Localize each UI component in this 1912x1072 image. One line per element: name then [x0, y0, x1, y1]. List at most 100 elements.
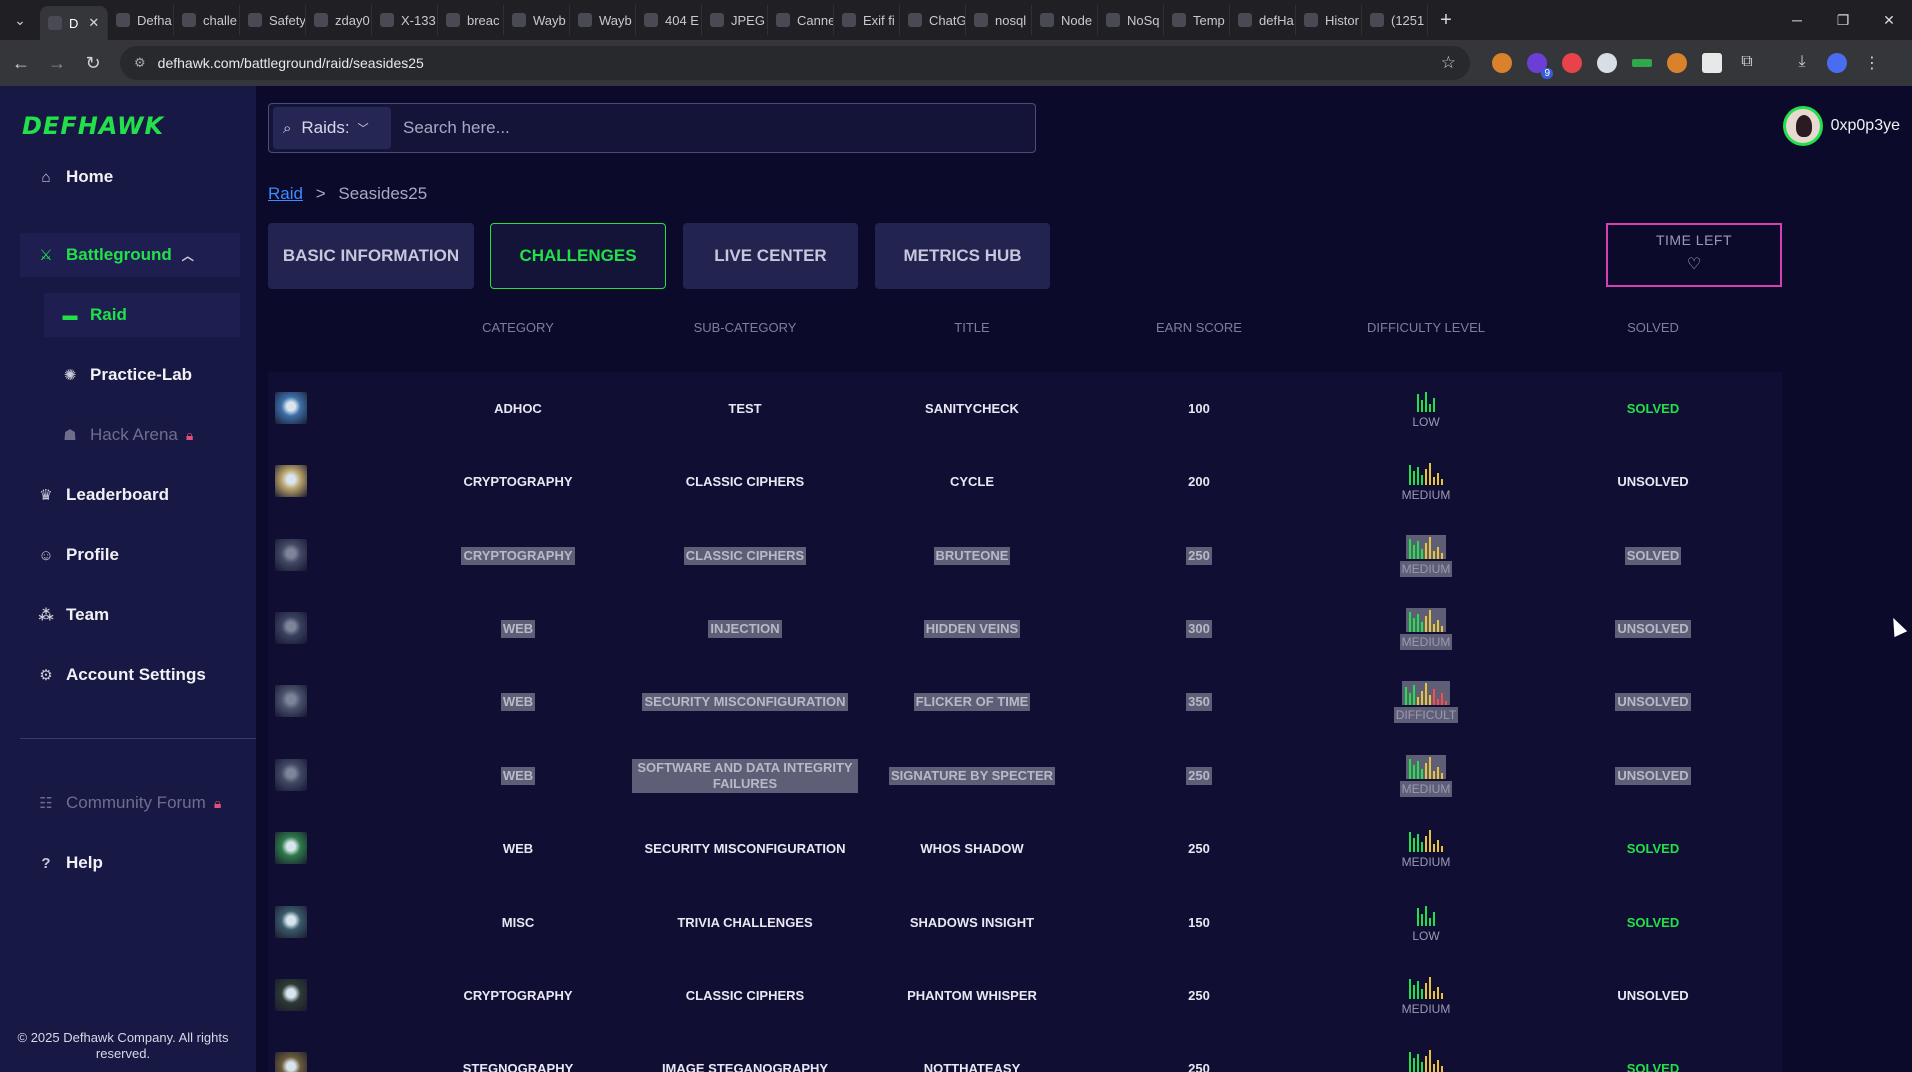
browser-tab[interactable]: Histor: [1296, 5, 1362, 35]
sidebar-item-profile[interactable]: ☺ Profile: [20, 533, 240, 577]
browser-toolbar: ← → ↻ ⚙ defhawk.com/battleground/raid/se…: [0, 40, 1912, 86]
extension-icon[interactable]: [1492, 53, 1512, 73]
browser-tab[interactable]: ChatG: [900, 5, 966, 35]
bookmark-star-icon[interactable]: ☆: [1441, 53, 1456, 73]
column-header-solved[interactable]: SOLVED: [1540, 320, 1766, 335]
sidebar-item-practice-lab[interactable]: ✺ Practice-Lab: [44, 353, 240, 397]
column-header-category[interactable]: CATEGORY: [405, 320, 631, 335]
browser-tab[interactable]: Safety wa: [240, 5, 306, 35]
forward-icon[interactable]: →: [42, 53, 72, 74]
browser-tab[interactable]: Wayb: [504, 5, 570, 35]
table-row[interactable]: WEB INJECTION HIDDEN VEINS 300 MEDIUM UNSOLVE…: [268, 592, 1782, 665]
table-row[interactable]: MISC TRIVIA CHALLENGES SHADOWS INSIGHT 150 L…: [268, 886, 1782, 959]
table-row[interactable]: WEB SECURITY MISCONFIGURATION WHOS SHADOW 2…: [268, 812, 1782, 885]
difficulty-bar: [1437, 472, 1439, 485]
sidebar-item-leaderboard[interactable]: ♛ Leaderboard: [20, 473, 240, 517]
restore-icon[interactable]: ❐: [1820, 0, 1866, 40]
column-header-title[interactable]: TITLE: [859, 320, 1085, 335]
reload-icon[interactable]: ↻: [78, 53, 108, 74]
sidebar-item-home[interactable]: ⌂ Home: [20, 155, 240, 199]
category-cell-text: CRYPTOGRAPHY: [463, 987, 573, 1003]
challenge-thumbnail: [275, 832, 307, 864]
sidebar-item-help[interactable]: ? Help: [20, 841, 240, 885]
extensions-puzzle-icon[interactable]: ⧉: [1737, 53, 1757, 73]
browser-menu-icon[interactable]: ⋮: [1862, 53, 1882, 73]
browser-tab[interactable]: (1251: [1362, 5, 1428, 35]
table-row[interactable]: WEB SECURITY MISCONFIGURATION FLICKER OF T…: [268, 665, 1782, 738]
breadcrumb-link-raid[interactable]: Raid: [268, 184, 303, 203]
tab-live-center[interactable]: LIVE CENTER: [683, 223, 858, 289]
column-header-earn-score[interactable]: EARN SCORE: [1086, 320, 1312, 335]
browser-tab[interactable]: challe: [174, 5, 240, 35]
close-tab-icon[interactable]: ✕: [88, 15, 99, 31]
tab-search-button[interactable]: ⌄: [0, 0, 40, 40]
extension-icon[interactable]: [1702, 53, 1722, 73]
minimize-icon[interactable]: ─: [1774, 0, 1820, 40]
breadcrumb: Raid > Seasides25: [268, 184, 427, 204]
tab-basic-information[interactable]: BASIC INFORMATION: [268, 223, 474, 289]
extension-icon[interactable]: [1632, 59, 1652, 67]
difficulty-bar: [1437, 986, 1439, 999]
title-cell-text: SANITYCHECK: [925, 400, 1019, 416]
sidebar-item-account-settings[interactable]: ⚙ Account Settings: [20, 653, 240, 697]
difficulty-bar: [1417, 980, 1419, 999]
user-menu[interactable]: 0xp0p3ye: [1782, 106, 1900, 146]
extension-icon[interactable]: [1562, 53, 1582, 73]
browser-tab[interactable]: zday0: [306, 5, 372, 35]
table-row[interactable]: WEB SOFTWARE AND DATA INTEGRITY FAILURES S…: [268, 739, 1782, 812]
table-row[interactable]: CRYPTOGRAPHY CLASSIC CIPHERS BRUTEONE 250 ME…: [268, 519, 1782, 592]
sidebar-item-team[interactable]: ⁂ Team: [20, 593, 240, 637]
score-cell: 250: [1086, 812, 1312, 885]
browser-tab[interactable]: Wayb: [570, 5, 636, 35]
difficulty-bar: [1441, 1065, 1443, 1072]
tab-label: BASIC INFORMATION: [282, 246, 460, 265]
close-window-icon[interactable]: ✕: [1866, 0, 1912, 40]
sidebar-item-raid[interactable]: ▬ Raid: [44, 293, 240, 337]
difficulty-bar: [1429, 403, 1431, 412]
tab-challenges[interactable]: CHALLENGES: [490, 223, 666, 289]
browser-tab[interactable]: nosql: [966, 5, 1032, 35]
column-header-difficulty[interactable]: DIFFICULTY LEVEL: [1313, 320, 1539, 335]
extension-badge: 9: [1541, 68, 1553, 79]
new-tab-button[interactable]: +: [1428, 9, 1464, 32]
table-row[interactable]: STEGNOGRAPHY IMAGE STEGANOGRAPHY NOTTHATEA…: [268, 1032, 1782, 1072]
tab-favicon-icon: [1304, 13, 1318, 27]
status-cell: SOLVED: [1540, 812, 1766, 885]
browser-tab[interactable]: JPEG i: [702, 5, 768, 35]
browser-tab[interactable]: defHa: [1230, 5, 1296, 35]
tab-metrics-hub[interactable]: METRICS HUB: [875, 223, 1050, 289]
search-scope-select[interactable]: ⌕ Raids: ﹀: [273, 107, 391, 149]
browser-tab[interactable]: 404 E: [636, 5, 702, 35]
extension-icon[interactable]: 9: [1527, 53, 1553, 79]
site-info-icon[interactable]: ⚙: [134, 55, 146, 71]
browser-tab[interactable]: Canne: [768, 5, 834, 35]
subcategory-cell-text: SECURITY MISCONFIGURATION: [644, 840, 846, 856]
profile-avatar-icon[interactable]: [1827, 53, 1847, 73]
sidebar-item-community-forum[interactable]: ☷ Community Forum 🔒︎: [20, 781, 240, 825]
difficulty-bar: [1433, 911, 1435, 926]
category-cell-text: CRYPTOGRAPHY: [463, 473, 573, 489]
browser-tab[interactable]: Defha: [108, 5, 174, 35]
table-row[interactable]: CRYPTOGRAPHY CLASSIC CIPHERS PHANTOM WHISP…: [268, 959, 1782, 1032]
extension-icon[interactable]: [1667, 53, 1687, 73]
subcategory-cell: SOFTWARE AND DATA INTEGRITY FAILURES: [632, 739, 858, 812]
browser-tab[interactable]: D ✕: [40, 6, 108, 40]
extension-icon[interactable]: [1597, 53, 1617, 73]
sidebar-item-battleground[interactable]: ⚔ Battleground ︿: [20, 233, 240, 277]
address-bar[interactable]: ⚙ defhawk.com/battleground/raid/seasides…: [120, 46, 1470, 80]
browser-tab[interactable]: breac: [438, 5, 504, 35]
table-row[interactable]: ADHOC TEST SANITYCHECK 100 LOW SOLVED: [268, 372, 1782, 445]
sidebar-item-hack-arena[interactable]: ☗ Hack Arena 🔒︎: [44, 413, 240, 457]
browser-tab[interactable]: X-133: [372, 5, 438, 35]
search-input[interactable]: [391, 108, 1031, 148]
column-header-subcategory[interactable]: SUB-CATEGORY: [632, 320, 858, 335]
download-icon[interactable]: ⤓: [1792, 53, 1812, 73]
back-icon[interactable]: ←: [6, 53, 36, 74]
browser-tab[interactable]: NoSq: [1098, 5, 1164, 35]
copyright-footer: © 2025 Defhawk Company. All rights reser…: [17, 1030, 229, 1061]
browser-tab[interactable]: Exif fi: [834, 5, 900, 35]
table-row[interactable]: CRYPTOGRAPHY CLASSIC CIPHERS CYCLE 200 MEDIU…: [268, 445, 1782, 518]
browser-tab[interactable]: Temp: [1164, 5, 1230, 35]
browser-tab-label: X-133: [401, 12, 436, 28]
browser-tab[interactable]: Node: [1032, 5, 1098, 35]
